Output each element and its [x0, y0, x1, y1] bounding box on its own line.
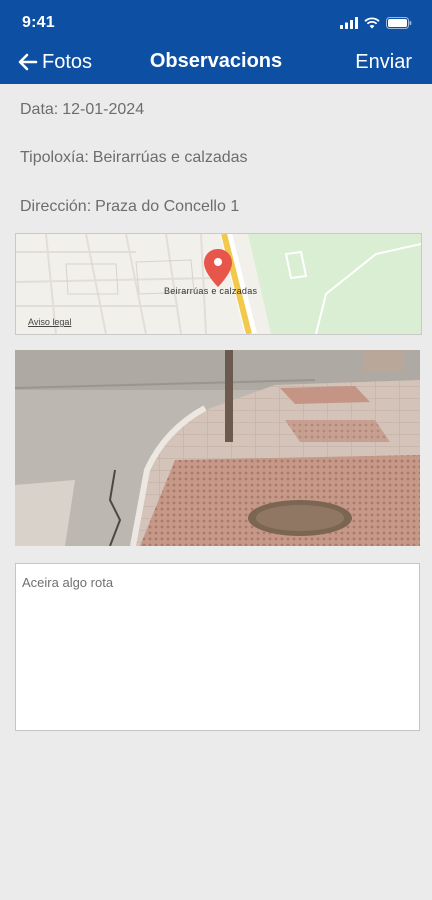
back-label: Fotos [42, 50, 93, 73]
sidewalk-photo-image [15, 350, 420, 546]
map-marker-label: Beirarrúas e calzadas [164, 286, 258, 296]
status-icons [340, 14, 412, 32]
battery-icon [386, 17, 412, 29]
app-header: 9:41 Fotos Observacions Enviar [0, 0, 432, 84]
address-row: Dirección: Praza do Concello 1 [20, 198, 239, 216]
signal-icon [340, 17, 358, 29]
type-row: Tipoloxía: Beirarrúas e calzadas [20, 149, 248, 167]
report-photo[interactable] [15, 350, 420, 546]
type-value: Beirarrúas e calzadas [92, 149, 248, 166]
back-button[interactable]: Fotos [18, 48, 92, 76]
map-pin-icon[interactable] [203, 248, 233, 288]
nav-bar: Fotos Observacions Enviar [0, 44, 432, 80]
date-row: Data: 12-01-2024 [20, 101, 144, 119]
date-value: 12-01-2024 [62, 101, 145, 118]
wifi-icon [364, 17, 380, 29]
type-label: Tipoloxía: [20, 149, 89, 166]
address-value: Praza do Concello 1 [95, 198, 240, 215]
observations-textarea[interactable]: Aceira algo rota [15, 563, 420, 731]
date-label: Data: [20, 101, 59, 118]
status-time: 9:41 [22, 14, 55, 31]
location-map[interactable]: Beirarrúas e calzadas Aviso legal [15, 233, 422, 335]
observations-text: Aceira algo rota [22, 575, 114, 590]
address-label: Dirección: [20, 198, 92, 215]
send-button[interactable]: Enviar [355, 51, 412, 74]
arrow-left-icon [18, 53, 38, 71]
legal-notice-link[interactable]: Aviso legal [28, 317, 71, 327]
status-bar: 9:41 [0, 0, 432, 44]
